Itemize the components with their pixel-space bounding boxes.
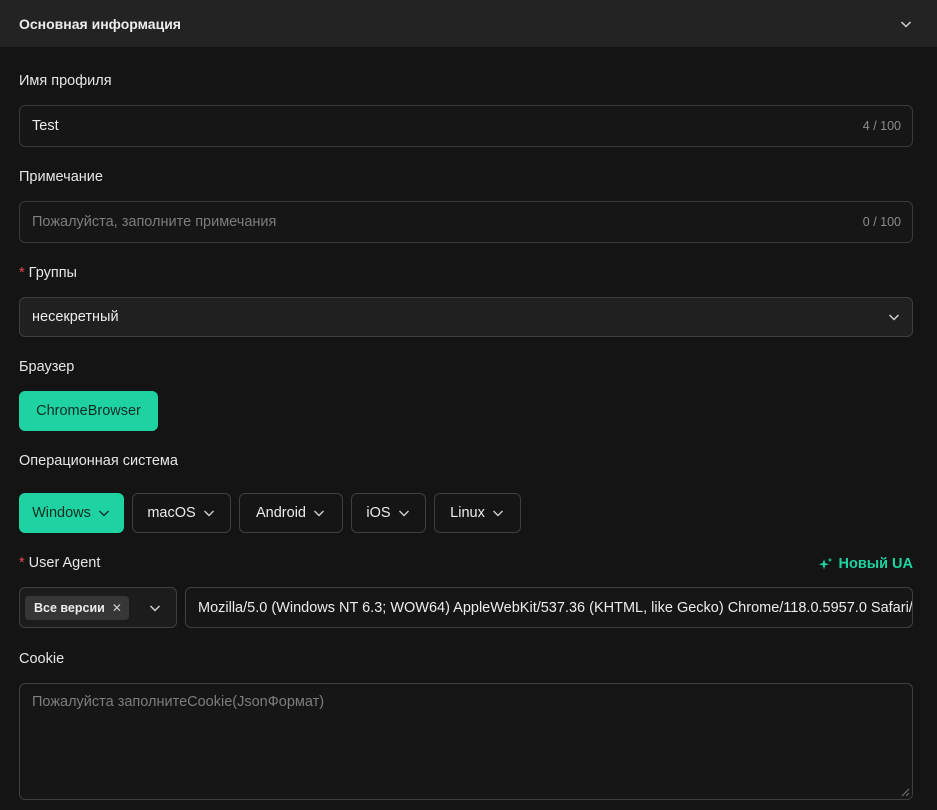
resize-handle-icon[interactable] <box>901 788 910 797</box>
chevron-down-icon <box>492 510 503 517</box>
chevron-down-icon <box>888 314 900 321</box>
user-agent-input[interactable]: Mozilla/5.0 (Windows NT 6.3; WOW64) Appl… <box>185 587 913 628</box>
groups-label: * Группы <box>19 265 77 281</box>
cookie-label: Cookie <box>19 651 65 667</box>
section-header[interactable]: Основная информация <box>0 0 937 47</box>
chevron-down-icon <box>98 510 109 517</box>
os-linux-label: Linux <box>450 505 485 521</box>
profile-name-input[interactable]: Test 4 / 100 <box>19 105 913 147</box>
chrome-browser-button[interactable]: ChromeBrowser <box>19 391 158 431</box>
new-ua-button[interactable]: Новый UA <box>818 556 913 572</box>
close-icon[interactable]: ✕ <box>112 601 122 615</box>
chevron-down-icon <box>313 510 324 517</box>
required-mark: * <box>19 265 25 281</box>
required-mark: * <box>19 555 25 571</box>
section-title: Основная информация <box>19 15 181 32</box>
sparkle-icon <box>819 557 833 569</box>
os-android-button[interactable]: Android <box>239 493 343 533</box>
groups-selected: несекретный <box>32 309 119 325</box>
groups-select[interactable]: несекретный <box>19 297 913 337</box>
browser-label: Браузер <box>19 359 75 375</box>
groups-label-text: Группы <box>28 265 77 281</box>
cookie-textarea[interactable]: Пожалуйста заполнитеCookie(JsonФормат) <box>19 683 913 800</box>
os-ios-button[interactable]: iOS <box>351 493 426 533</box>
note-input[interactable]: Пожалуйста, заполните примечания 0 / 100 <box>19 201 913 243</box>
profile-name-value[interactable]: Test <box>32 118 863 134</box>
chevron-down-icon[interactable] <box>899 17 913 31</box>
version-tag-label: Все версии <box>34 600 105 615</box>
chevron-down-icon <box>398 510 409 517</box>
note-label: Примечание <box>19 169 103 185</box>
chevron-down-icon <box>149 604 161 612</box>
os-macos-label: macOS <box>147 505 196 521</box>
profile-name-label: Имя профиля <box>19 73 112 89</box>
note-placeholder[interactable]: Пожалуйста, заполните примечания <box>32 214 863 230</box>
os-label: Операционная система <box>19 453 178 469</box>
chevron-down-icon <box>203 510 214 517</box>
os-windows-label: Windows <box>32 505 91 521</box>
version-select[interactable]: Все версии ✕ <box>19 587 177 628</box>
user-agent-label-text: User Agent <box>28 555 101 571</box>
os-android-label: Android <box>256 505 306 521</box>
cookie-placeholder: Пожалуйста заполнитеCookie(JsonФормат) <box>32 694 325 710</box>
note-counter: 0 / 100 <box>862 215 901 229</box>
new-ua-label: Новый UA <box>838 556 913 572</box>
user-agent-label: * User Agent <box>19 555 100 571</box>
os-windows-button[interactable]: Windows <box>19 493 124 533</box>
os-linux-button[interactable]: Linux <box>434 493 521 533</box>
version-tag: Все версии ✕ <box>25 595 129 620</box>
os-ios-label: iOS <box>366 505 391 521</box>
os-macos-button[interactable]: macOS <box>132 493 231 533</box>
profile-name-counter: 4 / 100 <box>862 119 901 133</box>
user-agent-value[interactable]: Mozilla/5.0 (Windows NT 6.3; WOW64) Appl… <box>198 600 912 616</box>
